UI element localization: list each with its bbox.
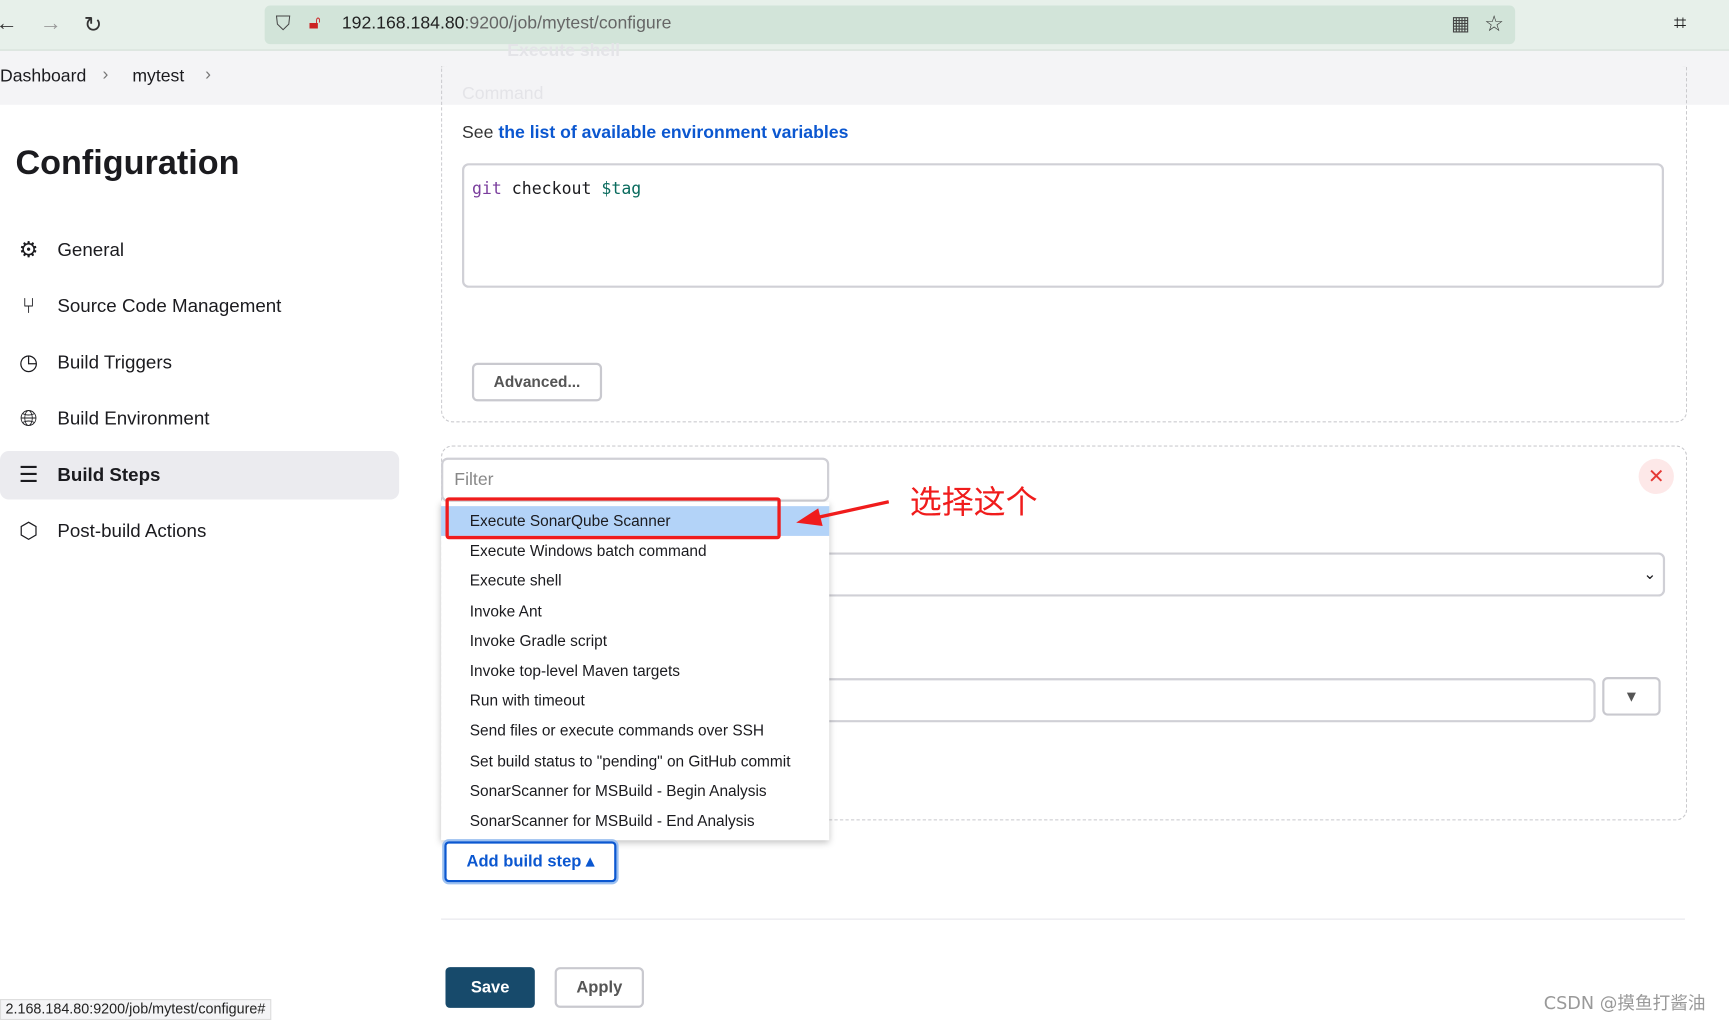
reload-icon[interactable]: ↻: [84, 11, 102, 39]
menu-item[interactable]: Run with timeout: [441, 686, 829, 716]
divider: [441, 918, 1685, 920]
dropdown-button[interactable]: ▼: [1602, 677, 1661, 716]
see-prefix: See: [462, 123, 499, 143]
build-step-menu: Execute SonarQube Scanner Execute Windows…: [441, 501, 830, 841]
sidebar-item-build-triggers[interactable]: ◷ Build Triggers: [0, 339, 399, 388]
command-text: checkout: [501, 178, 602, 199]
sidebar-item-label: Source Code Management: [57, 295, 282, 317]
sidebar-item-label: Build Environment: [57, 407, 210, 429]
close-icon[interactable]: ✕: [1638, 458, 1674, 495]
command-keyword: git: [471, 178, 502, 199]
forward-arrow-icon[interactable]: →: [40, 11, 62, 36]
menu-item[interactable]: Send files or execute commands over SSH: [441, 716, 829, 746]
caret-down-icon: ▼: [1623, 686, 1640, 705]
breadcrumb-mytest[interactable]: mytest: [132, 67, 184, 87]
shield-icon[interactable]: ⛉: [276, 12, 291, 35]
qr-code-icon[interactable]: ▦: [1451, 12, 1470, 35]
star-icon[interactable]: ☆: [1484, 10, 1504, 38]
page-title: Configuration: [15, 143, 240, 182]
list-icon: ☰: [18, 463, 39, 488]
env-vars-link[interactable]: the list of available environment variab…: [498, 124, 848, 143]
menu-item[interactable]: Invoke top-level Maven targets: [441, 656, 829, 686]
filter-input[interactable]: Filter: [441, 457, 830, 502]
faded-step-title: Execute shell: [507, 41, 621, 61]
advanced-button[interactable]: Advanced...: [471, 362, 603, 402]
globe-icon: 🌐︎: [19, 406, 38, 432]
annotation-arrow-icon: [796, 500, 890, 526]
sidebar-item-build-steps[interactable]: ☰ Build Steps: [0, 451, 400, 500]
sidebar-item-label: Post-build Actions: [57, 520, 207, 542]
apply-button[interactable]: Apply: [554, 967, 644, 1008]
annotation-highlight-box: [445, 497, 781, 540]
insecure-lock-icon[interactable]: 🔓︎: [309, 12, 321, 34]
browser-toolbar: ← → ↻ ⛉ 🔓︎ 192.168.184.80:9200/job/mytes…: [0, 0, 1729, 51]
sidebar-item-build-environment[interactable]: 🌐︎ Build Environment: [0, 395, 399, 444]
sidebar-item-source-code-management[interactable]: ⑂ Source Code Management: [0, 282, 399, 331]
menu-item[interactable]: Execute shell: [441, 566, 829, 596]
annotation-text: 选择这个: [909, 482, 1038, 521]
env-vars-hint: See the list of available environment va…: [462, 124, 848, 144]
gear-icon: ⚙: [18, 238, 39, 263]
breadcrumb-dashboard[interactable]: Dashboard: [0, 67, 86, 87]
add-build-step-button[interactable]: Add build step ▴: [444, 841, 617, 883]
sidebar-item-general[interactable]: ⚙ General: [0, 226, 399, 275]
menu-item[interactable]: Invoke Gradle script: [441, 626, 829, 656]
step-select[interactable]: ⌄: [815, 552, 1666, 597]
status-bar-url: 2.168.184.80:9200/job/mytest/configure#: [0, 999, 271, 1020]
url-path: :9200/job/mytest/configure: [464, 14, 672, 34]
chevron-right-icon: ›: [205, 65, 211, 84]
menu-item[interactable]: Set build status to "pending" on GitHub …: [441, 746, 829, 776]
step-input[interactable]: [815, 678, 1596, 723]
crop-icon[interactable]: ⌗: [1674, 11, 1686, 36]
menu-item[interactable]: Execute Windows batch command: [441, 536, 829, 566]
address-bar[interactable]: ⛉ 🔓︎ 192.168.184.80:9200/job/mytest/conf…: [264, 5, 1516, 45]
package-icon: ⬡: [19, 519, 39, 544]
sidebar-item-label: Build Steps: [57, 464, 161, 486]
menu-item[interactable]: SonarScanner for MSBuild - Begin Analysi…: [441, 776, 829, 806]
menu-item[interactable]: SonarScanner for MSBuild - End Analysis: [441, 806, 829, 836]
clock-icon: ◷: [19, 350, 39, 375]
command-variable: $tag: [601, 178, 642, 199]
back-arrow-icon[interactable]: ←: [0, 11, 18, 36]
watermark: CSDN @摸鱼打酱油: [1543, 992, 1706, 1014]
sidebar-item-post-build-actions[interactable]: ⬡ Post-build Actions: [0, 507, 399, 556]
url-host: 192.168.184.80: [341, 14, 465, 34]
sidebar-item-label: Build Triggers: [57, 351, 172, 373]
branch-icon: ⑂: [22, 294, 36, 319]
sidebar-item-label: General: [57, 239, 125, 261]
chevron-right-icon: ›: [102, 65, 109, 84]
menu-item[interactable]: Invoke Ant: [441, 596, 829, 626]
command-textarea[interactable]: git checkout $tag: [462, 163, 1664, 288]
save-button[interactable]: Save: [445, 967, 535, 1008]
chevron-down-icon: ⌄: [1643, 564, 1657, 583]
url-text[interactable]: 192.168.184.80:9200/job/mytest/configure: [342, 14, 672, 34]
